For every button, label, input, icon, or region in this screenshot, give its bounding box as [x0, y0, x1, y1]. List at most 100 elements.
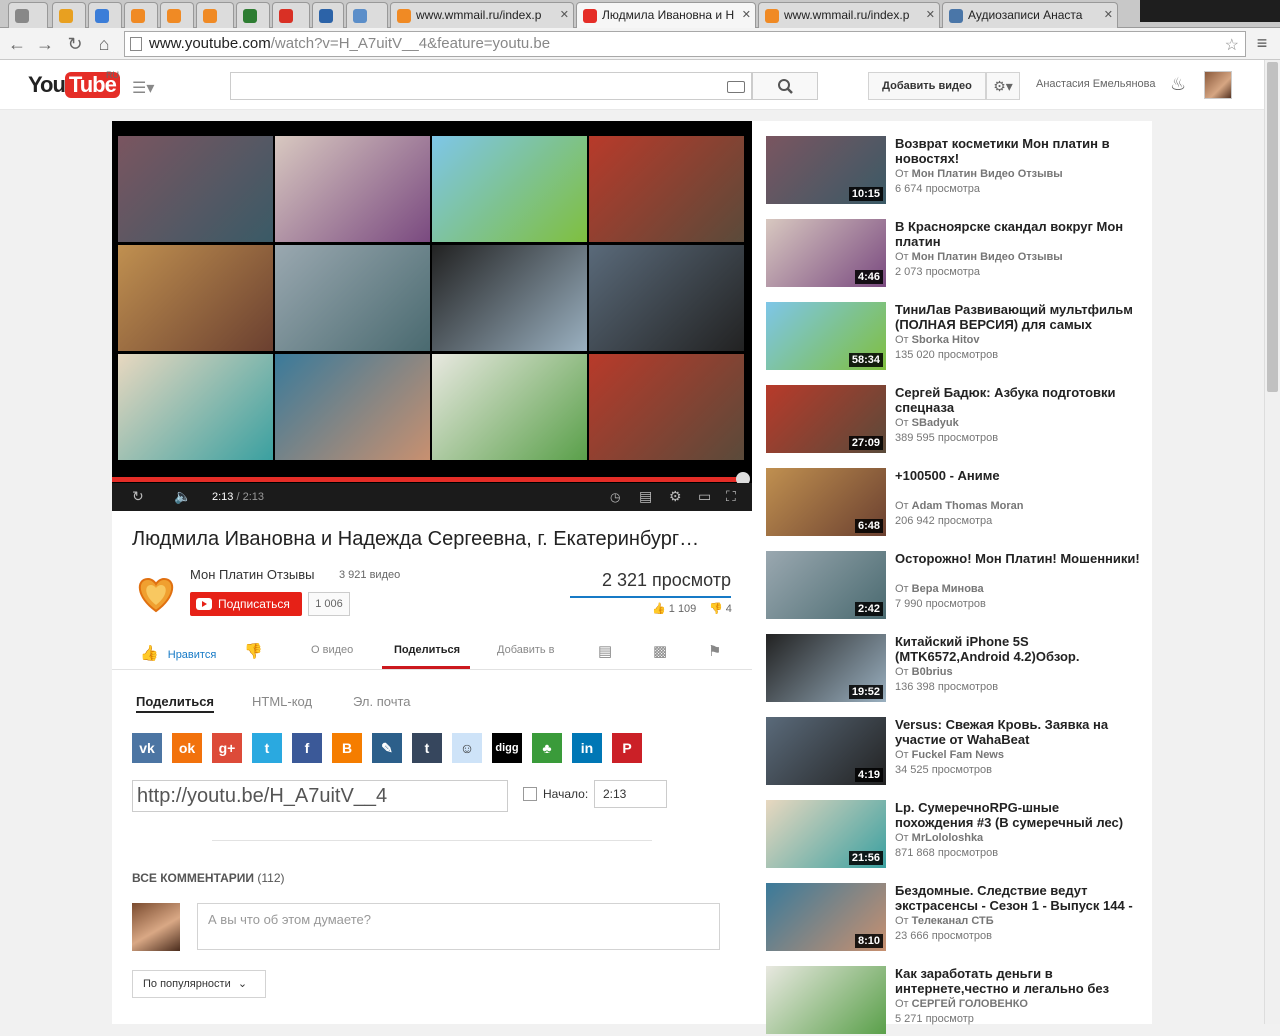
end-screen-thumbnail[interactable] — [275, 245, 430, 351]
related-video-item[interactable]: Как заработать деньги в интернете,честно… — [766, 966, 1146, 1036]
browser-tab[interactable] — [88, 2, 122, 28]
related-title[interactable]: Китайский iPhone 5S (MTK6572,Android 4.2… — [895, 634, 1140, 664]
related-thumbnail[interactable]: 8:10 — [766, 883, 886, 951]
browser-menu-icon[interactable]: ≡ — [1252, 33, 1272, 55]
digg-share-icon[interactable]: digg — [492, 733, 522, 763]
channel-name[interactable]: Мон Платин Отзывы — [190, 567, 315, 582]
end-screen-thumbnail[interactable] — [118, 245, 273, 351]
pinterest-share-icon[interactable]: P — [612, 733, 642, 763]
guide-menu-icon[interactable]: ☰▾ — [132, 78, 154, 98]
start-time-field[interactable]: 2:13 — [594, 780, 667, 808]
twitter-share-icon[interactable]: t — [252, 733, 282, 763]
vk-share-icon[interactable]: vk — [132, 733, 162, 763]
end-screen-thumbnail[interactable] — [275, 136, 430, 242]
share-tab-share[interactable]: Поделиться — [136, 694, 215, 713]
end-screen-thumbnail[interactable] — [432, 245, 587, 351]
related-title[interactable]: +100500 - Аниме — [895, 468, 1140, 483]
linkedin-share-icon[interactable]: in — [572, 733, 602, 763]
tab-close-icon[interactable]: ✕ — [560, 3, 569, 27]
browser-tab[interactable] — [196, 2, 234, 28]
tab-close-icon[interactable]: ✕ — [926, 3, 935, 27]
watch-later-icon[interactable]: ◷ — [610, 490, 620, 504]
odnoklassniki-share-icon[interactable]: ok — [172, 733, 202, 763]
related-title[interactable]: Как заработать деньги в интернете,честно… — [895, 966, 1140, 996]
share-tab-embed[interactable]: HTML-код — [252, 694, 312, 709]
forward-icon[interactable]: → — [34, 33, 56, 55]
username[interactable]: Анастасия Емельянова — [1036, 78, 1156, 90]
tab-add-to[interactable]: Добавить в — [497, 644, 555, 656]
youtube-logo[interactable]: You Tube RU — [28, 70, 120, 100]
related-video-item[interactable]: 4:19 Versus: Свежая Кровь. Заявка на учас… — [766, 717, 1146, 787]
end-screen-thumbnail[interactable] — [432, 354, 587, 460]
end-screen-thumbnail[interactable] — [589, 354, 744, 460]
avatar[interactable] — [1204, 71, 1232, 99]
statistics-icon[interactable]: ▩ — [653, 642, 667, 660]
related-video-item[interactable]: 21:56 Lp. СумеречноRPG-шные похождения #3… — [766, 800, 1146, 870]
browser-tab[interactable]: www.wmmail.ru/index.p ✕ — [390, 2, 574, 28]
end-screen-thumbnail[interactable] — [275, 354, 430, 460]
progress-bar[interactable] — [112, 477, 742, 482]
tab-share[interactable]: Поделиться — [394, 644, 460, 656]
related-thumbnail[interactable]: 21:56 — [766, 800, 886, 868]
related-title[interactable]: Сергей Бадюк: Азбука подготовки спецназа — [895, 385, 1140, 415]
related-video-item[interactable]: 4:46 В Красноярске скандал вокруг Мон пла… — [766, 219, 1146, 289]
share-url-field[interactable]: http://youtu.be/H_A7uitV__4 — [132, 780, 508, 812]
scrollbar-thumb[interactable] — [1267, 62, 1278, 392]
related-video-item[interactable]: 19:52 Китайский iPhone 5S (MTK6572,Androi… — [766, 634, 1146, 704]
related-thumbnail[interactable]: 4:19 — [766, 717, 886, 785]
like-count[interactable]: 👍 1 109 — [652, 602, 696, 615]
end-screen-thumbnail[interactable] — [118, 136, 273, 242]
tab-about[interactable]: О видео — [311, 644, 353, 656]
browser-tab[interactable] — [124, 2, 158, 28]
dislike-count[interactable]: 👎 4 — [709, 602, 732, 615]
address-bar[interactable]: www.youtube.com/watch?v=H_A7uitV__4&feat… — [124, 31, 1246, 57]
volume-icon[interactable]: 🔈 — [174, 488, 191, 505]
bookmark-star-icon[interactable]: ☆ — [1225, 34, 1239, 58]
reddit-share-icon[interactable]: ☺ — [452, 733, 482, 763]
related-video-item[interactable]: 2:42 Осторожно! Мон Платин! Мошенники! От … — [766, 551, 1146, 621]
related-title[interactable]: В Красноярске скандал вокруг Мон платин — [895, 219, 1140, 249]
blogger-share-icon[interactable]: B — [332, 733, 362, 763]
livejournal-share-icon[interactable]: ✎ — [372, 733, 402, 763]
dislike-button[interactable]: 👎 — [244, 642, 263, 660]
tab-close-icon[interactable]: ✕ — [1104, 3, 1113, 27]
browser-tab[interactable] — [160, 2, 194, 28]
theater-mode-icon[interactable]: ▭ — [698, 488, 711, 505]
browser-tab[interactable] — [312, 2, 344, 28]
end-screen-thumbnail[interactable] — [589, 136, 744, 242]
browser-tab[interactable] — [346, 2, 388, 28]
related-title[interactable]: Versus: Свежая Кровь. Заявка на участие … — [895, 717, 1140, 747]
related-video-item[interactable]: 58:34 ТиниЛав Развивающий мультфильм (ПОЛ… — [766, 302, 1146, 372]
facebook-share-icon[interactable]: f — [292, 733, 322, 763]
related-video-item[interactable]: 27:09 Сергей Бадюк: Азбука подготовки спе… — [766, 385, 1146, 455]
end-screen-thumbnail[interactable] — [118, 354, 273, 460]
reload-icon[interactable]: ↻ — [64, 33, 86, 55]
like-button[interactable]: 👍 Нравится — [140, 644, 216, 662]
settings-gear-icon[interactable]: ⚙▾ — [986, 72, 1020, 100]
home-icon[interactable]: ⌂ — [93, 33, 115, 55]
comment-sort-select[interactable]: По популярности ⌄ — [132, 970, 266, 998]
start-at-checkbox[interactable] — [523, 787, 537, 801]
browser-tab[interactable] — [8, 2, 48, 28]
stumbleupon-share-icon[interactable]: ♣ — [532, 733, 562, 763]
settings-icon[interactable]: ⚙ — [669, 488, 682, 505]
comment-input[interactable]: А вы что об этом думаете? — [197, 903, 720, 950]
browser-tab[interactable] — [272, 2, 310, 28]
report-flag-icon[interactable]: ⚑ — [708, 642, 721, 660]
share-tab-email[interactable]: Эл. почта — [353, 694, 411, 709]
related-thumbnail[interactable]: 10:15 — [766, 136, 886, 204]
search-input[interactable] — [230, 72, 752, 100]
related-thumbnail[interactable]: 6:48 — [766, 468, 886, 536]
transcript-icon[interactable]: ▤ — [598, 642, 612, 660]
end-screen-thumbnail[interactable] — [589, 245, 744, 351]
video-player[interactable]: ↻ 🔈 2:13 / 2:13 ◷ ▤ ⚙ ▭ ⛶ — [112, 121, 752, 511]
related-thumbnail[interactable]: 27:09 — [766, 385, 886, 453]
tab-close-icon[interactable]: ✕ — [742, 3, 751, 27]
page-scrollbar[interactable] — [1264, 60, 1280, 1024]
related-thumbnail[interactable]: 4:46 — [766, 219, 886, 287]
search-button[interactable] — [752, 72, 818, 100]
browser-tab[interactable]: www.wmmail.ru/index.p ✕ — [758, 2, 940, 28]
browser-tab[interactable]: Аудиозаписи Анаста ✕ — [942, 2, 1118, 28]
related-title[interactable]: Lp. СумеречноRPG-шные похождения #3 (В с… — [895, 800, 1140, 830]
upload-button[interactable]: Добавить видео — [868, 72, 986, 100]
